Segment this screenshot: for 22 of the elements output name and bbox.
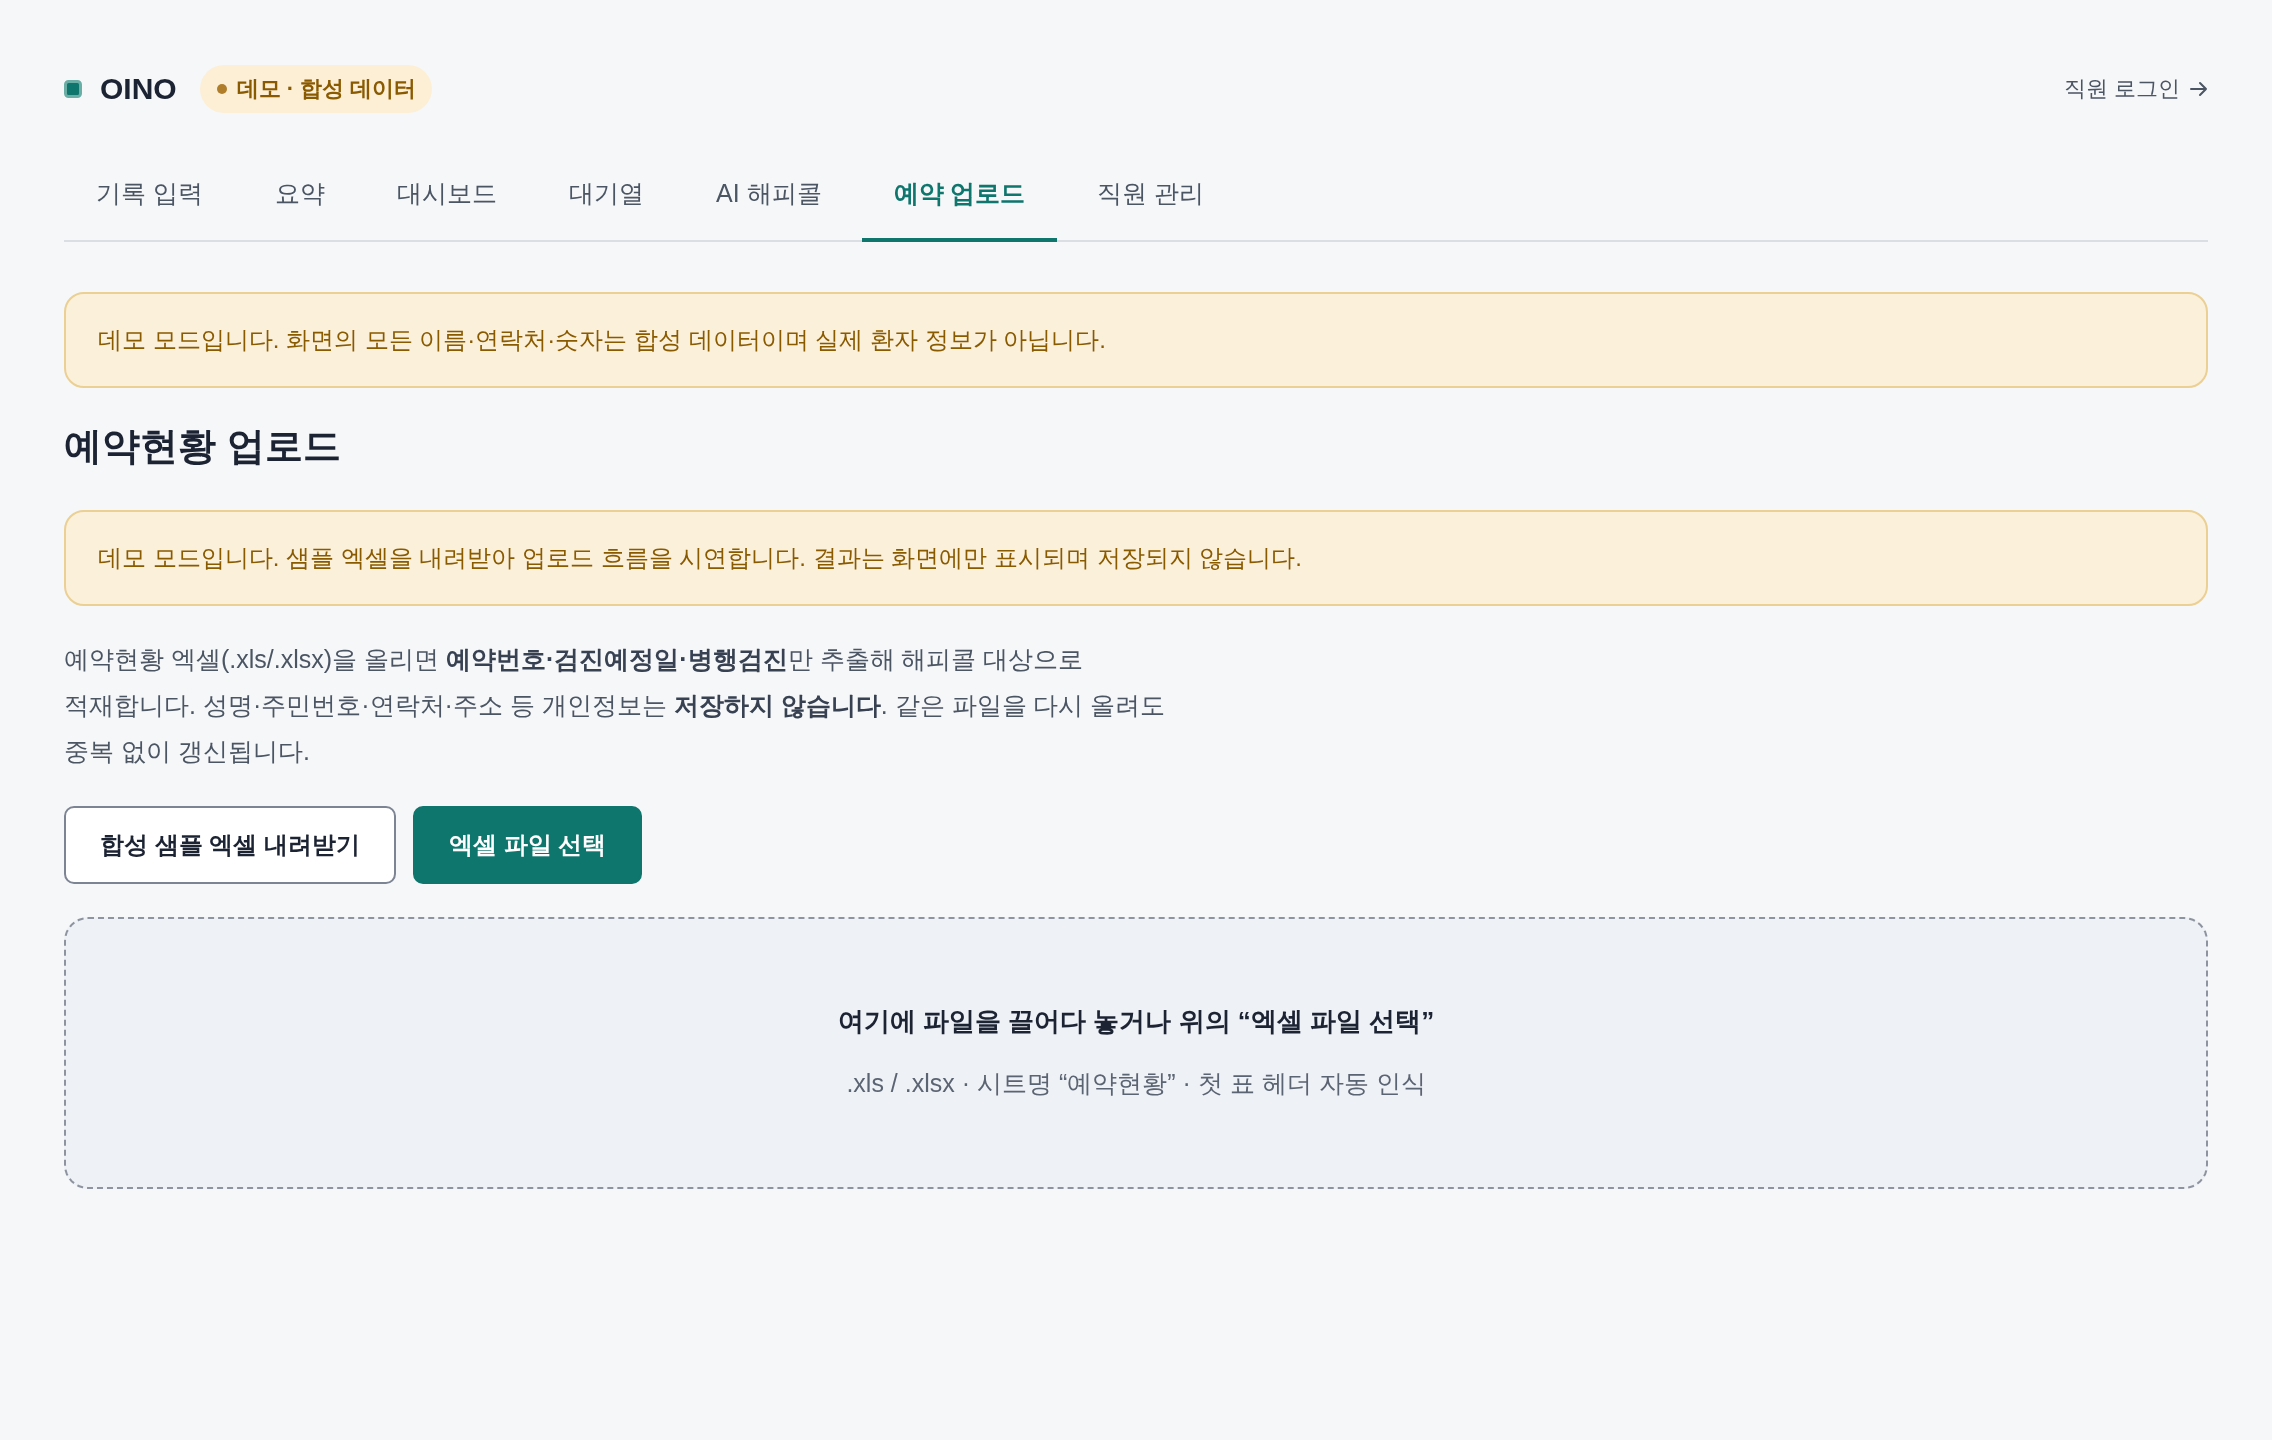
- nav-tab[interactable]: 예약 업로드: [861, 145, 1058, 242]
- page-title: 예약현황 업로드: [64, 424, 342, 469]
- nav-tab[interactable]: 요약: [242, 145, 357, 242]
- mode-label: 데모 · 합성 데이터: [236, 75, 417, 103]
- nav-tab[interactable]: 대기열: [536, 145, 676, 242]
- brand-name: OINO: [100, 71, 177, 107]
- nav-tab[interactable]: 대시보드: [364, 145, 529, 242]
- arrow-right-icon: [2190, 81, 2208, 97]
- logo-square-icon: [64, 80, 82, 98]
- nav-tab[interactable]: AI 해피콜: [683, 145, 854, 242]
- file-drop-zone[interactable]: 여기에 파일을 끌어다 놓거나 위의 “엑셀 파일 선택” .xls / .xlsx · 시트명 “예약현황” · 첫 표 헤더 자동 인식: [64, 917, 2208, 1189]
- select-file-button[interactable]: 엑셀 파일 선택: [413, 806, 643, 884]
- demo-notice: 데모 모드입니다. 화면의 모든 이름·연락처·숫자는 합성 데이터이며 실제 환자 정보가 아닙니다.: [64, 292, 2208, 388]
- dot-icon: [216, 84, 227, 94]
- download-sample-button[interactable]: 합성 샘플 엑셀 내려받기: [64, 806, 396, 884]
- drop-zone-hint: .xls / .xlsx · 시트명 “예약현황” · 첫 표 헤더 자동 인식: [846, 1068, 1426, 1099]
- staff-login-link[interactable]: 직원 로그인: [2063, 73, 2208, 105]
- nav-tab[interactable]: 직원 관리: [1065, 145, 1237, 242]
- upload-notice: 데모 모드입니다. 샘플 엑셀을 내려받아 업로드 흐름을 시연합니다. 결과는 화면에만 표시되며 저장되지 않습니다.: [64, 510, 2208, 606]
- description-text: 예약현황 엑셀(.xls/.xlsx)을 올리면 예약번호·검진예정일·병행검진만 추출해 해피콜 대상으로 적재합니다. 성명·주민번호·연락처·주소 등 개인정보는 저장하지 않습니다. 같은 파일을 다시 올려도 중복 없이 갱신됩니다.: [64, 644, 1167, 767]
- drop-zone-title: 여기에 파일을 끌어다 놓거나 위의 “엑셀 파일 선택”: [837, 1005, 1435, 1038]
- nav-tab[interactable]: 기록 입력: [64, 145, 235, 242]
